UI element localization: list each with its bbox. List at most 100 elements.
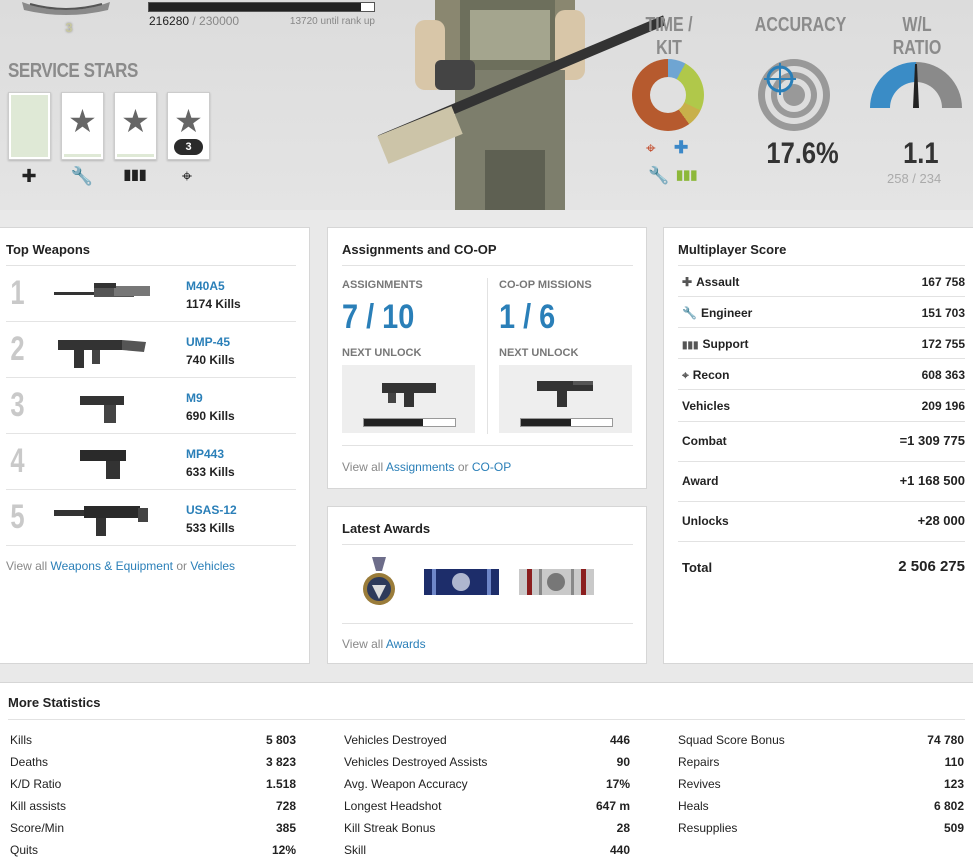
weapon-kills: 1174 Kills xyxy=(186,297,241,311)
accuracy-value: 17.6% xyxy=(766,137,839,170)
ribbon-icon[interactable] xyxy=(424,569,499,595)
stat-label: Revives xyxy=(678,777,721,791)
footer-or: or xyxy=(173,559,191,573)
service-star-progress xyxy=(11,95,48,157)
weapon-row[interactable]: 4 MP443 633 Kills xyxy=(6,434,296,490)
assignments-value: 7 / 10 xyxy=(342,298,415,336)
service-star-engineer[interactable]: ★ xyxy=(61,92,104,160)
score-row-assault: ✚ Assault 167 758 xyxy=(678,266,965,297)
score-label: Award xyxy=(682,474,719,488)
stat-value: 440 xyxy=(609,843,630,857)
weapon-name-link[interactable]: M40A5 xyxy=(186,279,225,293)
time-kit-donut-chart xyxy=(632,59,704,131)
assignments-label: ASSIGNMENTS xyxy=(342,279,423,291)
weapon-name-link[interactable]: M9 xyxy=(186,391,203,405)
star-icon: ★ xyxy=(68,103,97,139)
stat-value: 6 802 xyxy=(933,799,964,813)
xp-value: 216280 / 230000 xyxy=(149,14,239,28)
score-label-text: Recon xyxy=(692,368,730,382)
wl-ratio-title: W/L RATIO xyxy=(892,14,942,59)
stat-label: Quits xyxy=(10,843,39,857)
pistol-image xyxy=(80,450,126,479)
service-star-support[interactable]: ★ xyxy=(114,92,157,160)
stat-value: 5 803 xyxy=(265,733,296,747)
until-rank-up: 13720 until rank up xyxy=(289,16,375,27)
stat-value: 509 xyxy=(943,821,964,835)
weapon-row[interactable]: 1 M40A5 1174 Kills xyxy=(6,266,296,322)
weapon-row[interactable]: 2 UMP-45 740 Kills xyxy=(6,322,296,378)
top-weapons-title: Top Weapons xyxy=(6,242,91,257)
coop-missions-value: 1 / 6 xyxy=(499,298,556,336)
stat-value: 1.518 xyxy=(265,777,296,791)
score-label: Combat xyxy=(682,434,727,448)
score-value: =1 309 775 xyxy=(899,433,965,448)
score-row-combat: Combat =1 309 775 xyxy=(678,422,965,462)
stat-label: Longest Headshot xyxy=(344,799,442,813)
divider xyxy=(342,445,633,446)
stat-value: 110 xyxy=(944,755,964,769)
weapon-rank: 1 xyxy=(10,274,25,312)
next-unlock-label: NEXT UNLOCK xyxy=(499,347,579,359)
service-star-assault[interactable] xyxy=(8,92,51,160)
weapon-name-link[interactable]: UMP-45 xyxy=(186,335,230,349)
weapon-row[interactable]: 3 M9 690 Kills xyxy=(6,378,296,434)
footer-or: or xyxy=(454,460,472,474)
weapon-row[interactable]: 5 USAS-12 533 Kills xyxy=(6,490,296,546)
awards-link[interactable]: Awards xyxy=(386,637,426,651)
stat-label: Avg. Weapon Accuracy xyxy=(344,777,468,791)
stat-value: 90 xyxy=(616,755,630,769)
service-star-recon[interactable]: ★ 3 xyxy=(167,92,210,160)
support-ammo-icon: ▮▮▮ xyxy=(123,166,147,182)
weapon-rank: 4 xyxy=(10,442,25,480)
bullpup-rifle-image xyxy=(382,383,436,407)
score-row-support: ▮▮▮ Support 172 755 xyxy=(678,328,965,359)
medal-icon[interactable] xyxy=(362,557,396,607)
divider xyxy=(342,623,633,624)
stat-label: Deaths xyxy=(10,755,49,769)
score-value: 172 755 xyxy=(921,337,965,351)
shotgun-image xyxy=(54,506,148,536)
score-label-text: Engineer xyxy=(700,306,753,320)
coop-progress-fill xyxy=(521,419,572,426)
assignment-unlock-box[interactable] xyxy=(342,365,475,433)
stat-label: Heals xyxy=(678,799,709,813)
assignments-panel: Assignments and CO-OP ASSIGNMENTS 7 / 10… xyxy=(327,227,647,489)
score-row-total: Total 2 506 275 xyxy=(678,542,965,584)
engineer-wrench-icon: 🔧 xyxy=(648,166,670,185)
accuracy-target-icon xyxy=(758,59,830,131)
stat-label: Kill assists xyxy=(10,799,67,813)
weapon-kills: 740 Kills xyxy=(186,353,235,367)
score-row-vehicles: Vehicles 209 196 xyxy=(678,390,965,422)
score-row-award: Award +1 168 500 xyxy=(678,462,965,502)
divider xyxy=(487,278,488,434)
view-all-assignments-footer: View all Assignments or CO-OP xyxy=(342,460,511,474)
divider xyxy=(342,544,633,545)
ribbon-icon[interactable] xyxy=(519,569,594,595)
score-value: 151 703 xyxy=(921,306,965,320)
stat-label: Resupplies xyxy=(678,821,738,835)
weapon-kills: 633 Kills xyxy=(186,465,235,479)
wl-ratio-value: 1.1 xyxy=(903,137,939,170)
assignments-link[interactable]: Assignments xyxy=(386,460,455,474)
score-value: 2 506 275 xyxy=(898,558,965,575)
score-label: ▮▮▮ Support xyxy=(682,337,749,351)
assignments-title: Assignments and CO-OP xyxy=(342,242,497,257)
coop-link[interactable]: CO-OP xyxy=(472,460,511,474)
engineer-wrench-icon: 🔧 xyxy=(70,166,94,186)
weapon-kills: 690 Kills xyxy=(186,409,235,423)
score-label: Vehicles xyxy=(682,399,731,413)
coop-unlock-box[interactable] xyxy=(499,365,632,433)
weapons-equipment-link[interactable]: Weapons & Equipment xyxy=(50,559,173,573)
weapon-kills: 533 Kills xyxy=(186,521,235,535)
support-ammo-icon: ▮▮▮ xyxy=(676,167,698,182)
weapon-name-link[interactable]: MP443 xyxy=(186,447,224,461)
latest-awards-title: Latest Awards xyxy=(342,521,431,536)
weapon-name-link[interactable]: USAS-12 xyxy=(186,503,237,517)
recon-crosshair-icon: ⌖ xyxy=(646,139,656,158)
rank-number: 3 xyxy=(65,20,73,35)
top-weapons-panel: Top Weapons 1 M40A5 1174 Kills 2 UMP-45 … xyxy=(0,227,310,664)
stat-value: 74 780 xyxy=(927,733,964,747)
stat-label: Vehicles Destroyed Assists xyxy=(344,755,488,769)
vehicles-link[interactable]: Vehicles xyxy=(190,559,235,573)
profile-header: 3 216280 / 230000 13720 until rank up SE… xyxy=(0,0,973,210)
